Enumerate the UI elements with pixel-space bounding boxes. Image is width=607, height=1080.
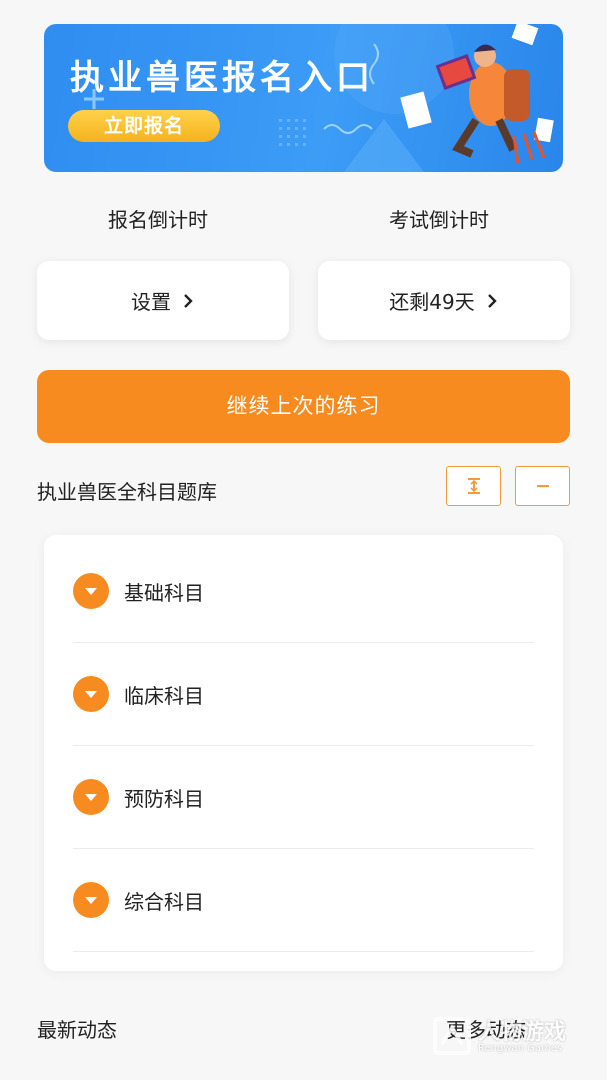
chevron-right-icon	[487, 293, 497, 308]
subject-list: 基础科目 临床科目 预防科目 综合科目	[44, 535, 563, 971]
signup-countdown-value: 设置	[131, 290, 171, 314]
minus-icon	[536, 485, 549, 487]
signup-countdown-label: 报名倒计时	[108, 208, 208, 232]
subject-item-basic[interactable]: 基础科目	[73, 540, 534, 643]
subject-label: 基础科目	[124, 580, 204, 605]
caret-down-icon	[73, 676, 109, 712]
exam-countdown-value: 还剩49天	[389, 290, 475, 314]
exam-countdown-label: 考试倒计时	[389, 208, 489, 232]
expand-all-button[interactable]	[446, 466, 501, 506]
subject-item-prevention[interactable]: 预防科目	[73, 746, 534, 849]
subject-item-comprehensive[interactable]: 综合科目	[73, 849, 534, 952]
watermark: 人物游戏 Rengwan Games	[430, 1012, 600, 1062]
signup-now-button[interactable]: 立即报名	[68, 110, 220, 142]
caret-down-icon	[73, 573, 109, 609]
collapse-all-button[interactable]	[515, 466, 570, 506]
subject-label: 预防科目	[124, 786, 204, 811]
exam-countdown-button[interactable]: 还剩49天	[318, 261, 570, 340]
subject-label: 临床科目	[124, 683, 204, 708]
banner-title: 执业兽医报名入口	[70, 58, 374, 98]
watermark-text: 人物游戏	[478, 1020, 567, 1045]
expand-icon	[467, 478, 480, 494]
caret-down-icon	[73, 779, 109, 815]
watermark-subtext: Rengwan Games	[478, 1043, 563, 1054]
latest-news-title: 最新动态	[37, 1018, 117, 1042]
subject-label: 综合科目	[124, 889, 204, 914]
signup-banner[interactable]: 执业兽医报名入口 立即报名	[44, 24, 563, 172]
student-illustration	[435, 44, 546, 165]
watermark-logo-icon	[433, 1017, 471, 1055]
continue-practice-button[interactable]: 继续上次的练习	[37, 370, 570, 443]
caret-down-icon	[73, 882, 109, 918]
chevron-right-icon	[184, 293, 193, 308]
question-bank-title: 执业兽医全科目题库	[37, 480, 217, 504]
signup-countdown-set-button[interactable]: 设置	[37, 261, 289, 340]
subject-item-clinical[interactable]: 临床科目	[73, 643, 534, 746]
